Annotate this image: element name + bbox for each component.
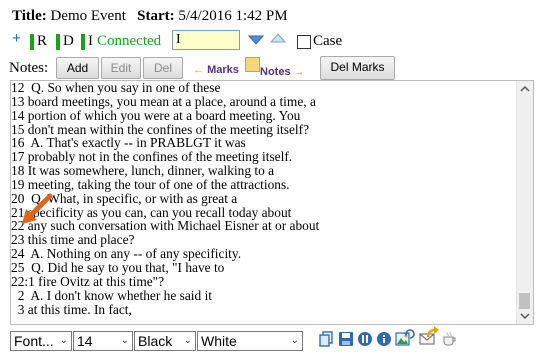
- transcript-line: 3 at this time. In fact,: [11, 301, 132, 317]
- transcript-line: 22:1 fire Ovitz at this time"?: [11, 273, 165, 289]
- share-arrow-icon[interactable]: [425, 326, 439, 340]
- background-color-value: White: [201, 333, 237, 349]
- text-color-value: Black: [138, 333, 173, 349]
- sticky-note-icon: [245, 57, 260, 72]
- transcript-line: 24 A. Nothing on any -- of any specifici…: [11, 246, 242, 262]
- r-toggle[interactable]: R: [37, 33, 47, 49]
- transcript-line: 22 any such conversation with Michael Ei…: [11, 218, 320, 234]
- marks-label: Marks: [207, 64, 239, 76]
- scrollbar-thumb[interactable]: [519, 293, 530, 309]
- transcript-line: 2 A. I don't know whether he said it: [11, 287, 213, 303]
- transcript-line: 20 Q. What, in specific, or with as grea…: [11, 190, 238, 206]
- size-select-value: 14: [77, 333, 93, 349]
- delete-marks-button[interactable]: Del Marks: [320, 56, 395, 80]
- font-select-value: Font...: [14, 333, 54, 349]
- coffee-cup-icon[interactable]: [441, 331, 457, 347]
- transcript-pane[interactable]: 12 Q. So when you say in one of these 13 …: [10, 80, 534, 325]
- transcript-line: 13 board meetings, you mean at a place, …: [11, 93, 316, 109]
- transcript-line: 23 this time and place?: [11, 232, 135, 248]
- expand-plus-icon[interactable]: +: [12, 31, 21, 47]
- pause-icon[interactable]: [357, 331, 373, 347]
- search-prev-up-icon[interactable]: [270, 33, 286, 43]
- current-line-arrow-icon: [22, 193, 53, 224]
- delete-note-button[interactable]: Del: [143, 57, 183, 79]
- case-checkbox[interactable]: [297, 35, 311, 49]
- edit-note-button[interactable]: Edit: [101, 57, 141, 79]
- copy-icon[interactable]: [319, 331, 335, 347]
- title-label: Title:: [12, 8, 47, 24]
- notes-nav[interactable]: Notes →: [260, 66, 305, 78]
- transcript-line: 21 specificity as you can, can you recal…: [11, 204, 292, 220]
- transcript-line: 19 meeting, taking the tour of one of th…: [11, 176, 290, 192]
- connection-status: Connected: [97, 33, 162, 49]
- scroll-down-icon[interactable]: [517, 310, 533, 322]
- add-note-button[interactable]: Add: [56, 57, 99, 79]
- notes-label: Notes:: [9, 60, 49, 76]
- start-label: Start:: [137, 8, 175, 24]
- transcript-line: 18 It was somewhere, lunch, dinner, walk…: [11, 163, 275, 179]
- search-input[interactable]: [172, 30, 240, 50]
- search-next-down-icon[interactable]: [248, 35, 264, 45]
- background-color-select[interactable]: White ⌄: [197, 331, 303, 351]
- chevron-down-icon: ⌄: [59, 335, 68, 346]
- refresh-icon[interactable]: [404, 328, 416, 340]
- scroll-up-icon[interactable]: [517, 83, 533, 95]
- r-indicator-bar: [30, 34, 34, 50]
- i-indicator-bar: [81, 34, 85, 50]
- transcript-lines: 12 Q. So when you say in one of these 13 …: [11, 81, 319, 316]
- transcript-line: 12 Q. So when you say in one of these: [11, 80, 221, 95]
- d-indicator-bar: [56, 34, 60, 50]
- text-color-select[interactable]: Black ⌄: [134, 331, 196, 351]
- chevron-down-icon: ⌄: [290, 335, 299, 346]
- vertical-scrollbar[interactable]: [516, 81, 533, 324]
- font-select[interactable]: Font... ⌄: [10, 331, 72, 351]
- transcript-line: 16 A. That's exactly -- in PRABLGT it wa…: [11, 135, 246, 151]
- notes-nav-label: Notes: [260, 66, 291, 78]
- transcript-line: 15 don't mean within the confines of the…: [11, 121, 310, 137]
- marks-nav[interactable]: ← Marks: [193, 64, 239, 76]
- d-toggle[interactable]: D: [63, 33, 74, 49]
- case-label: Case: [313, 33, 343, 49]
- start-value: 5/4/2016 1:42 PM: [178, 8, 288, 24]
- chevron-down-icon: ⌄: [183, 335, 192, 346]
- transcript-line: 14 portion of which you were at a board …: [11, 107, 301, 123]
- save-icon[interactable]: [338, 331, 354, 347]
- notes-right-arrow-icon: →: [293, 66, 305, 78]
- i-toggle[interactable]: I: [88, 33, 93, 49]
- marks-left-arrow-icon: ←: [193, 64, 204, 76]
- transcript-line: 25 Q. Did he say to you that, "I have to: [11, 259, 225, 275]
- info-icon[interactable]: [376, 331, 392, 347]
- title-value: Demo Event: [50, 8, 126, 24]
- transcript-line: 17 probably not in the confines of the m…: [11, 149, 293, 165]
- chevron-down-icon: ⌄: [120, 335, 129, 346]
- event-header: Title: Demo Event Start: 5/4/2016 1:42 P…: [12, 8, 288, 25]
- size-select[interactable]: 14 ⌄: [73, 331, 133, 351]
